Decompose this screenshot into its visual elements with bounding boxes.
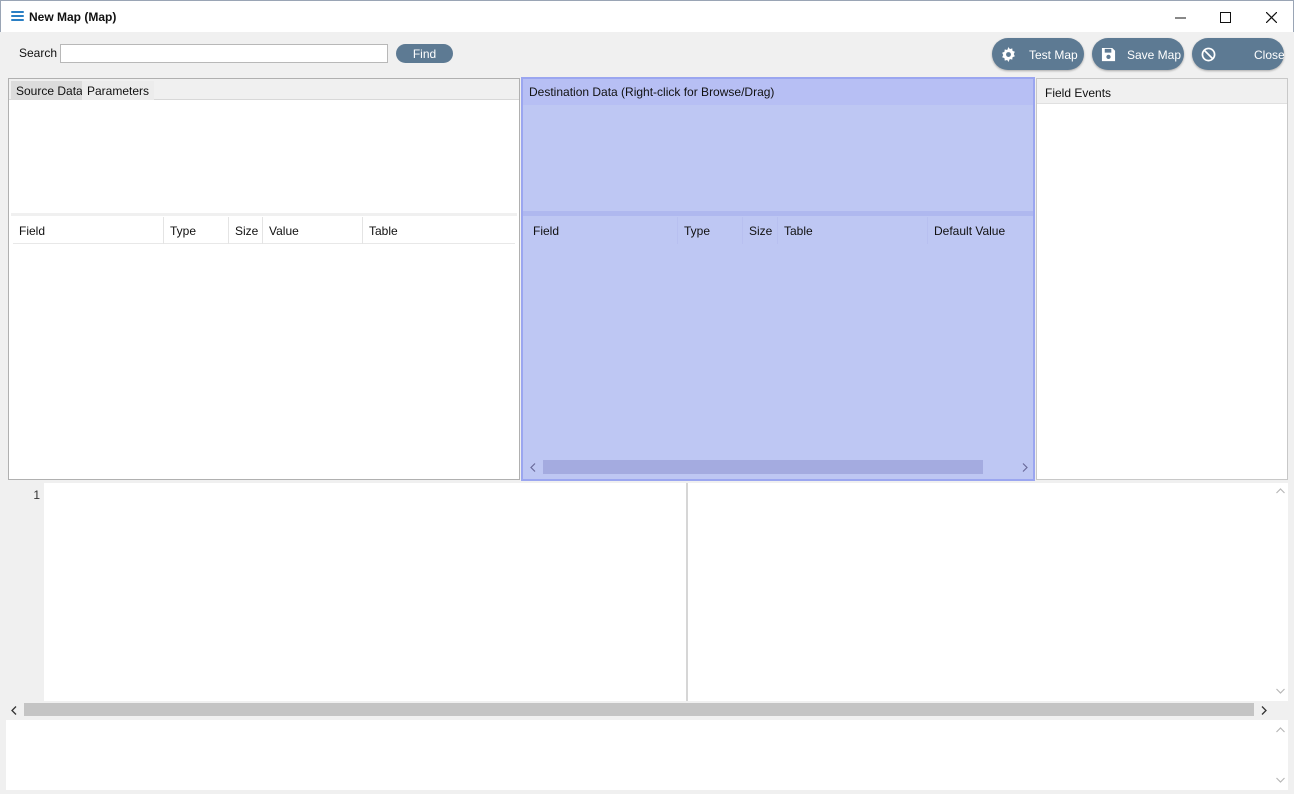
close-label: Close: [1254, 48, 1285, 62]
test-map-label: Test Map: [1029, 48, 1078, 62]
field-events-title: Field Events: [1045, 86, 1112, 100]
close-icon: [1265, 11, 1277, 23]
destination-tree-area[interactable]: [523, 105, 1033, 211]
scrollbar-thumb[interactable]: [543, 460, 983, 474]
menu-lines-icon[interactable]: [11, 11, 24, 22]
floppy-disk-icon: [1101, 47, 1116, 61]
save-map-button[interactable]: Save Map: [1092, 38, 1184, 70]
editor-vertical-scrollbar[interactable]: [1272, 483, 1288, 701]
column-header-size[interactable]: Size: [743, 217, 778, 244]
column-header-field[interactable]: Field: [13, 217, 164, 244]
line-number-gutter: 1: [6, 483, 44, 701]
gear-icon: [1002, 46, 1015, 62]
scroll-down-icon[interactable]: [1272, 683, 1288, 699]
destination-splitter[interactable]: [523, 211, 1033, 216]
scroll-down-icon[interactable]: [1272, 772, 1288, 788]
test-map-button[interactable]: Test Map: [992, 38, 1084, 70]
close-window-button[interactable]: [1248, 1, 1294, 33]
maximize-icon: [1219, 11, 1231, 23]
scroll-up-icon[interactable]: [1272, 722, 1288, 738]
minimize-icon: [1174, 17, 1186, 18]
close-button[interactable]: Close: [1192, 38, 1285, 70]
destination-title: Destination Data (Right-click for Browse…: [529, 85, 775, 99]
column-header-default-value[interactable]: Default Value: [928, 217, 1033, 244]
minimize-button[interactable]: [1157, 1, 1203, 33]
column-header-size[interactable]: Size: [229, 217, 263, 244]
output-area[interactable]: [6, 720, 1288, 790]
search-label: Search: [19, 46, 58, 60]
line-number: 1: [33, 488, 40, 502]
field-events-panel: Field Events: [1036, 78, 1288, 480]
output-vertical-scrollbar[interactable]: [1272, 720, 1288, 790]
source-data-panel: Source Data Parameters Field Type Size V…: [8, 78, 520, 480]
scroll-left-icon[interactable]: [6, 702, 22, 718]
scroll-left-icon[interactable]: [525, 459, 541, 475]
scrollbar-thumb[interactable]: [24, 703, 1254, 716]
tab-parameters[interactable]: Parameters: [82, 81, 155, 100]
title-bar: New Map (Map): [0, 0, 1294, 32]
scroll-right-icon[interactable]: [1017, 459, 1033, 475]
maximize-button[interactable]: [1202, 1, 1248, 33]
column-header-value[interactable]: Value: [263, 217, 363, 244]
column-header-table[interactable]: Table: [363, 217, 515, 244]
search-input[interactable]: [60, 44, 388, 63]
source-field-list[interactable]: [13, 245, 515, 475]
column-header-table[interactable]: Table: [778, 217, 928, 244]
editor-pane-left[interactable]: [44, 483, 688, 701]
destination-column-header: Field Type Size Table Default Value: [527, 217, 1033, 244]
editor-pane-right[interactable]: [690, 483, 1272, 701]
source-column-header: Field Type Size Value Table: [13, 217, 515, 244]
column-header-type[interactable]: Type: [678, 217, 743, 244]
prohibited-icon: [1201, 47, 1216, 61]
script-editor: 1: [6, 483, 1288, 718]
editor-horizontal-scrollbar[interactable]: [6, 701, 1288, 718]
save-map-label: Save Map: [1127, 48, 1182, 62]
window-title: New Map (Map): [29, 10, 117, 24]
destination-data-panel: Destination Data (Right-click for Browse…: [521, 77, 1035, 481]
source-splitter[interactable]: [11, 213, 517, 216]
source-tab-bar: Source Data Parameters: [9, 79, 519, 100]
field-events-list[interactable]: [1037, 104, 1287, 479]
scroll-right-icon[interactable]: [1256, 702, 1272, 718]
destination-header: Destination Data (Right-click for Browse…: [523, 79, 1033, 105]
column-header-type[interactable]: Type: [164, 217, 229, 244]
destination-horizontal-scrollbar[interactable]: [525, 459, 1033, 476]
field-events-header: Field Events: [1037, 79, 1287, 104]
find-button[interactable]: Find: [396, 44, 453, 63]
destination-field-list[interactable]: [527, 245, 1033, 457]
source-tree-area[interactable]: [9, 100, 519, 215]
tab-source-data[interactable]: Source Data: [11, 81, 88, 100]
column-header-field[interactable]: Field: [527, 217, 678, 244]
scroll-up-icon[interactable]: [1272, 483, 1288, 499]
